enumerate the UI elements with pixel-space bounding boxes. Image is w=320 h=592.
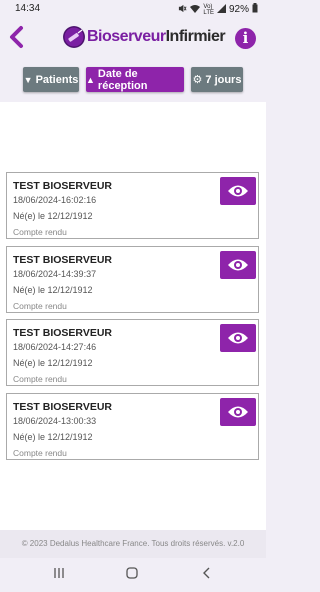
date-sort-label: Date de réception <box>97 67 148 92</box>
app-title: BioserveurInfirmier <box>87 28 226 46</box>
reception-date: 18/06/2024-13:00:33 <box>13 416 97 426</box>
info-button[interactable]: i <box>235 28 256 49</box>
mute-icon <box>178 4 187 16</box>
reception-date: 18/06/2024-14:39:37 <box>13 269 97 279</box>
eye-icon <box>228 406 248 418</box>
patients-filter-label: Patients <box>35 73 79 86</box>
wifi-icon <box>190 4 201 16</box>
patients-filter-button[interactable]: ▼ Patients <box>23 67 79 92</box>
caret-down-icon: ▼ <box>23 74 33 85</box>
recents-button[interactable] <box>53 566 65 584</box>
results-list: TEST BIOSERVEUR 18/06/2024-16:02:16 Né(e… <box>0 102 266 530</box>
view-button[interactable] <box>220 324 256 352</box>
caret-up-icon: ▲ <box>86 74 95 85</box>
eye-icon <box>228 185 248 197</box>
eye-icon <box>228 332 248 344</box>
filter-bar: ▼ Patients ▲ Date de réception ⚙ 7 jours <box>0 58 266 102</box>
list-item[interactable]: TEST BIOSERVEUR 18/06/2024-14:39:37 Né(e… <box>6 246 259 313</box>
patient-name: TEST BIOSERVEUR <box>13 401 112 413</box>
document-type: Compte rendu <box>13 227 67 237</box>
list-item[interactable]: TEST BIOSERVEUR 18/06/2024-13:00:33 Né(e… <box>6 393 259 460</box>
list-item[interactable]: TEST BIOSERVEUR 18/06/2024-14:27:46 Né(e… <box>6 319 259 386</box>
logo-text-part1: Bioserveur <box>87 28 166 45</box>
patient-name: TEST BIOSERVEUR <box>13 327 112 339</box>
eye-icon <box>228 259 248 271</box>
status-icons: Vo) LTE 92% <box>178 3 258 16</box>
birth-date: Né(e) le 12/12/1912 <box>13 285 93 295</box>
view-button[interactable] <box>220 251 256 279</box>
home-icon <box>126 567 138 579</box>
birth-date: Né(e) le 12/12/1912 <box>13 432 93 442</box>
battery-icon <box>252 3 258 16</box>
system-back-button[interactable] <box>202 566 212 584</box>
signal-icon <box>216 3 226 16</box>
app-header: BioserveurInfirmier i <box>0 18 266 58</box>
status-time: 14:34 <box>15 3 41 14</box>
reception-date: 18/06/2024-14:27:46 <box>13 342 97 352</box>
document-type: Compte rendu <box>13 448 67 458</box>
document-type: Compte rendu <box>13 301 67 311</box>
list-item[interactable]: TEST BIOSERVEUR 18/06/2024-16:02:16 Né(e… <box>6 172 259 239</box>
status-bar: 14:34 Vo) LTE 92% <box>0 0 266 18</box>
app-logo: BioserveurInfirmier <box>63 26 226 48</box>
patient-name: TEST BIOSERVEUR <box>13 180 112 192</box>
chevron-left-icon <box>10 26 23 48</box>
reception-date: 18/06/2024-16:02:16 <box>13 195 97 205</box>
view-button[interactable] <box>220 398 256 426</box>
recents-icon <box>54 568 64 578</box>
document-type: Compte rendu <box>13 374 67 384</box>
gear-icon: ⚙ <box>192 74 203 86</box>
birth-date: Né(e) le 12/12/1912 <box>13 211 93 221</box>
footer-copyright: © 2023 Dedalus Healthcare France. Tous d… <box>0 530 266 558</box>
volte-icon: Vo) LTE <box>203 3 214 16</box>
system-nav-bar <box>0 558 266 592</box>
view-button[interactable] <box>220 177 256 205</box>
back-button[interactable] <box>5 23 27 51</box>
patient-name: TEST BIOSERVEUR <box>13 254 112 266</box>
chevron-left-icon <box>203 567 210 579</box>
period-filter-button[interactable]: ⚙ 7 jours <box>191 67 243 92</box>
battery-percent: 92% <box>228 4 249 15</box>
home-button[interactable] <box>126 566 138 584</box>
date-sort-button[interactable]: ▲ Date de réception <box>86 67 184 92</box>
logo-text-part2: Infirmier <box>165 28 226 45</box>
birth-date: Né(e) le 12/12/1912 <box>13 358 93 368</box>
period-filter-label: 7 jours <box>205 73 242 86</box>
syringe-logo-icon <box>63 26 85 48</box>
